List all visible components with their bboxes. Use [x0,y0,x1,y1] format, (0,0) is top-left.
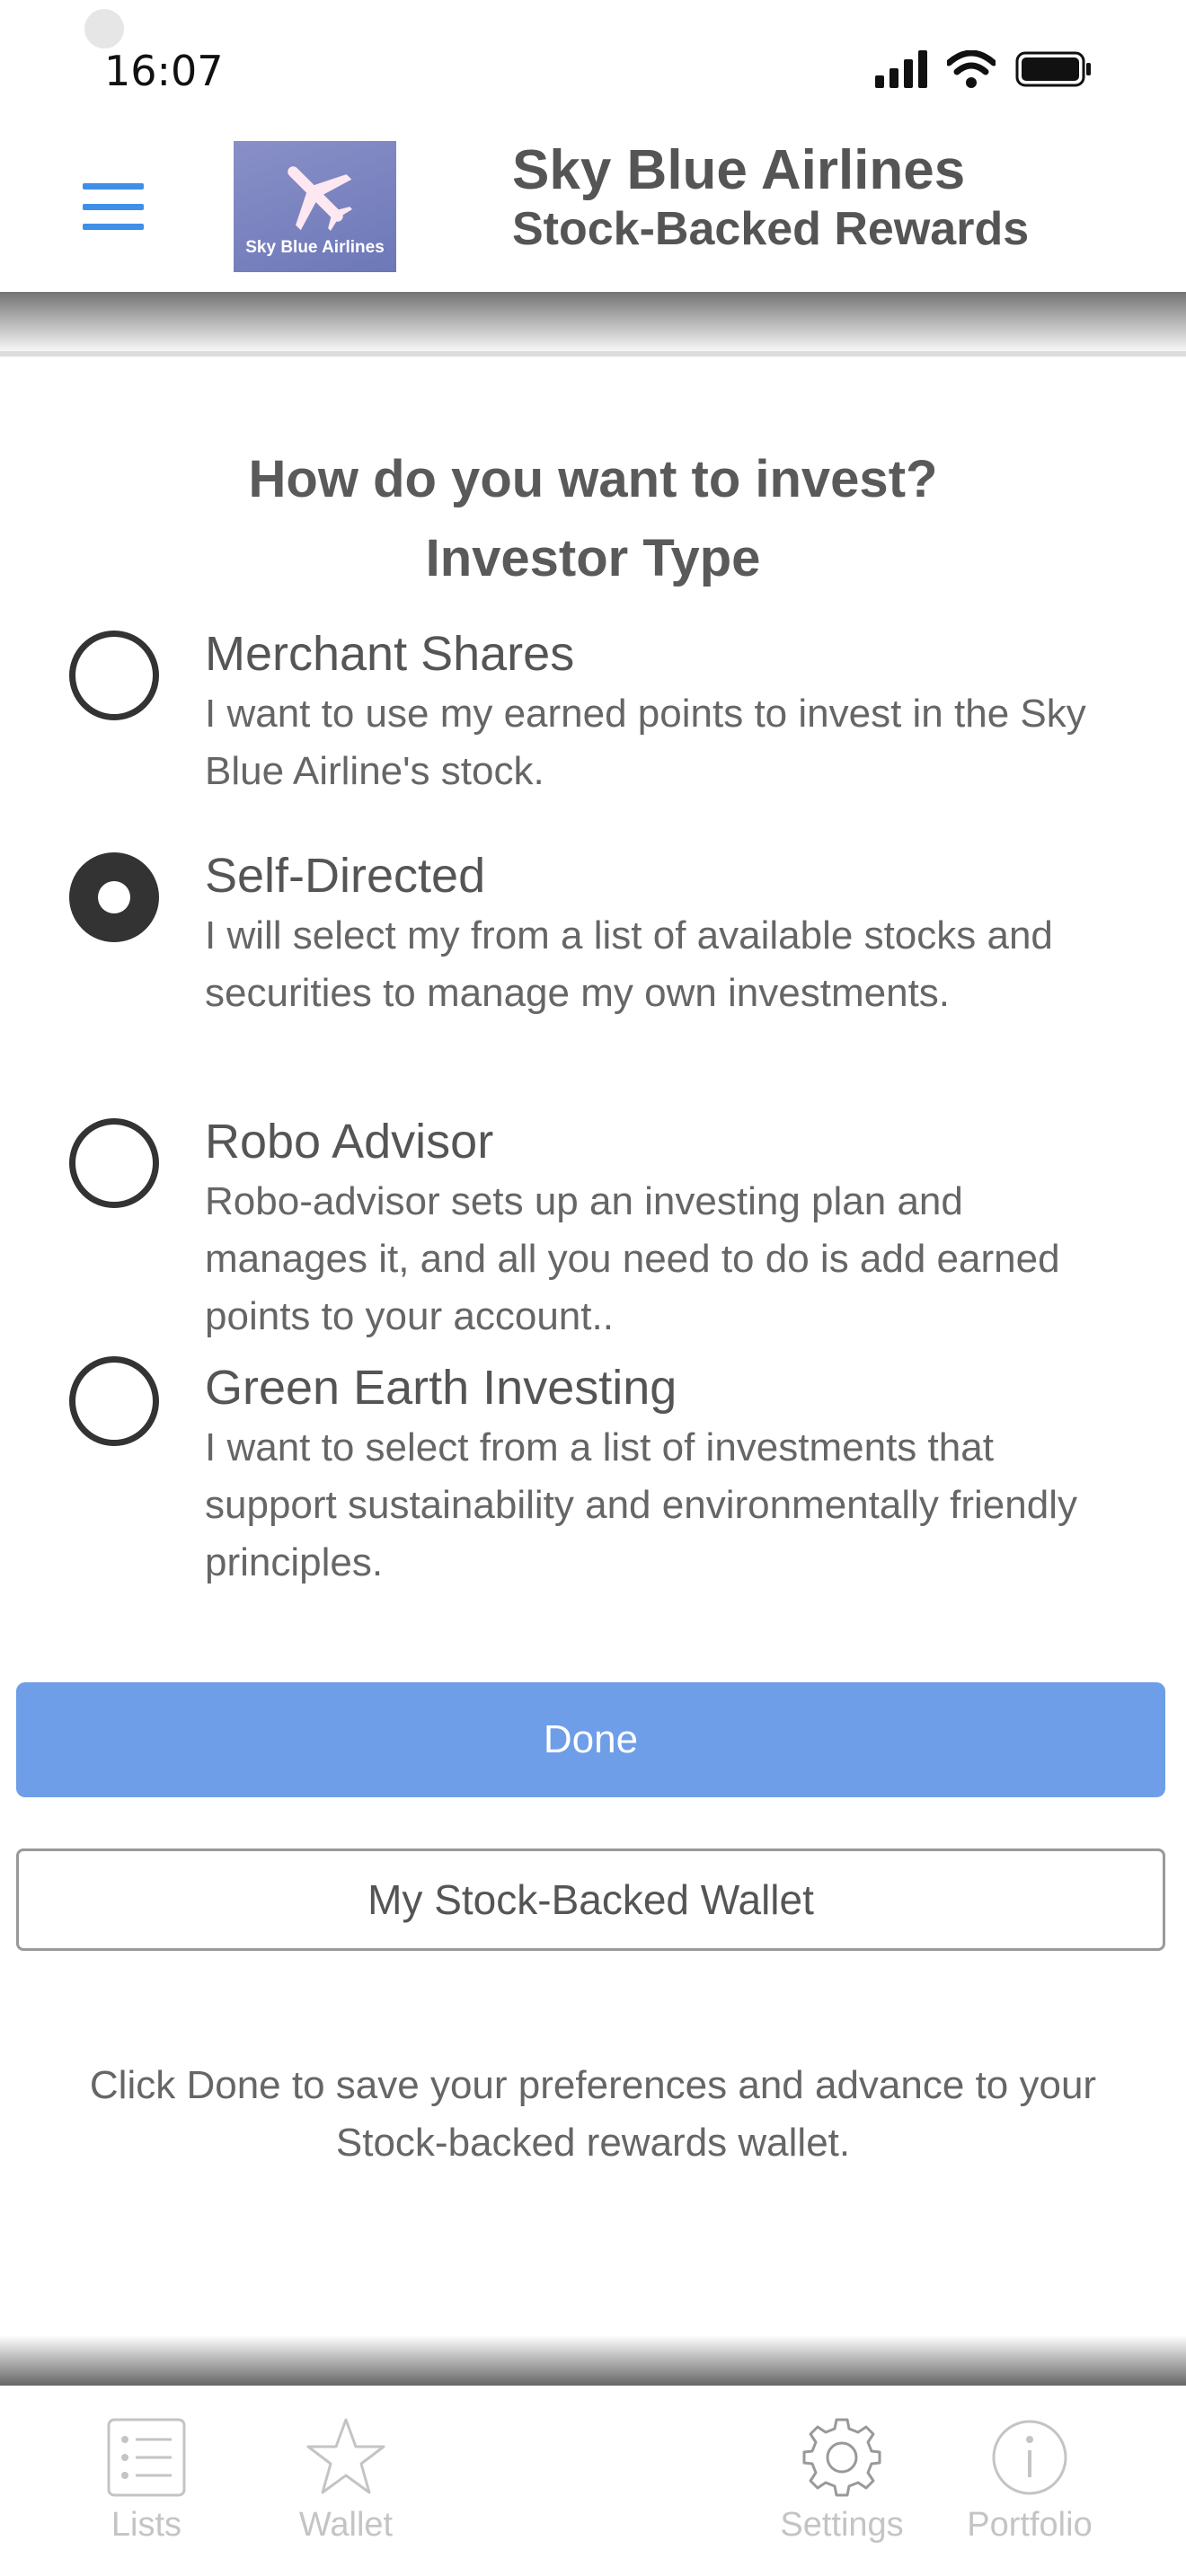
camera-indicator [84,9,124,49]
header-titles: Sky Blue Airlines Stock-Backed Rewards [512,139,1029,256]
list-icon [107,2418,186,2497]
hamburger-menu-button[interactable] [81,180,146,234]
radio-self-directed[interactable] [69,852,159,942]
header-shadow [0,292,1186,355]
status-time: 16:07 [104,47,224,95]
tab-settings[interactable]: Settings [774,2416,909,2545]
menu-line [83,183,144,190]
airplane-icon [287,166,352,232]
menu-line [83,203,144,210]
option-description: I want to select from a list of investme… [205,1425,1077,1584]
status-bar: 16:07 [0,0,1186,135]
radio-robo-advisor[interactable] [69,1118,159,1208]
radio-green-earth-investing[interactable] [69,1356,159,1446]
gear-icon [802,2418,881,2497]
cellular-signal-icon [875,50,927,88]
info-icon [992,2420,1067,2495]
section-title: Investor Type [425,529,761,587]
header-divider [0,351,1186,357]
question-heading: How do you want to invest? Investor Type [0,440,1186,598]
tab-wallet[interactable]: Wallet [279,2416,413,2545]
logo-text: Sky Blue Airlines [245,238,385,257]
airline-logo: Sky Blue Airlines [234,141,396,272]
tab-label: Settings [780,2506,904,2544]
option-description: I want to use my earned points to invest… [205,692,1086,793]
my-wallet-button[interactable]: My Stock-Backed Wallet [16,1848,1165,1951]
option-title: Robo Advisor [205,1115,494,1169]
radio-merchant-shares[interactable] [69,631,159,720]
footer-note-text: Click Done to save your preferences and … [89,2063,1097,2165]
tab-label: Wallet [298,2506,394,2544]
option-title: Self-Directed [205,849,486,903]
option-title: Merchant Shares [205,627,575,681]
tab-label: Lists [111,2506,182,2544]
option-description: Robo-advisor sets up an investing plan a… [205,1179,1060,1338]
menu-line [83,224,144,230]
tab-lists[interactable]: Lists [79,2416,214,2545]
footer-note: Click Done to save your preferences and … [0,2057,1186,2172]
app-subtitle: Stock-Backed Rewards [512,203,1030,255]
tab-bar-shadow [0,2335,1186,2386]
done-button[interactable]: Done [16,1682,1165,1797]
option-title: Green Earth Investing [205,1361,677,1415]
question-text: How do you want to invest? [248,450,938,508]
battery-icon [1015,51,1091,87]
status-icons [875,50,1093,88]
app-title: Sky Blue Airlines [512,139,966,201]
option-description: I will select my from a list of availabl… [205,913,1053,1015]
tab-label: Portfolio [967,2506,1093,2544]
wifi-icon [947,50,996,88]
tab-portfolio[interactable]: Portfolio [962,2416,1097,2545]
star-icon [306,2418,385,2494]
